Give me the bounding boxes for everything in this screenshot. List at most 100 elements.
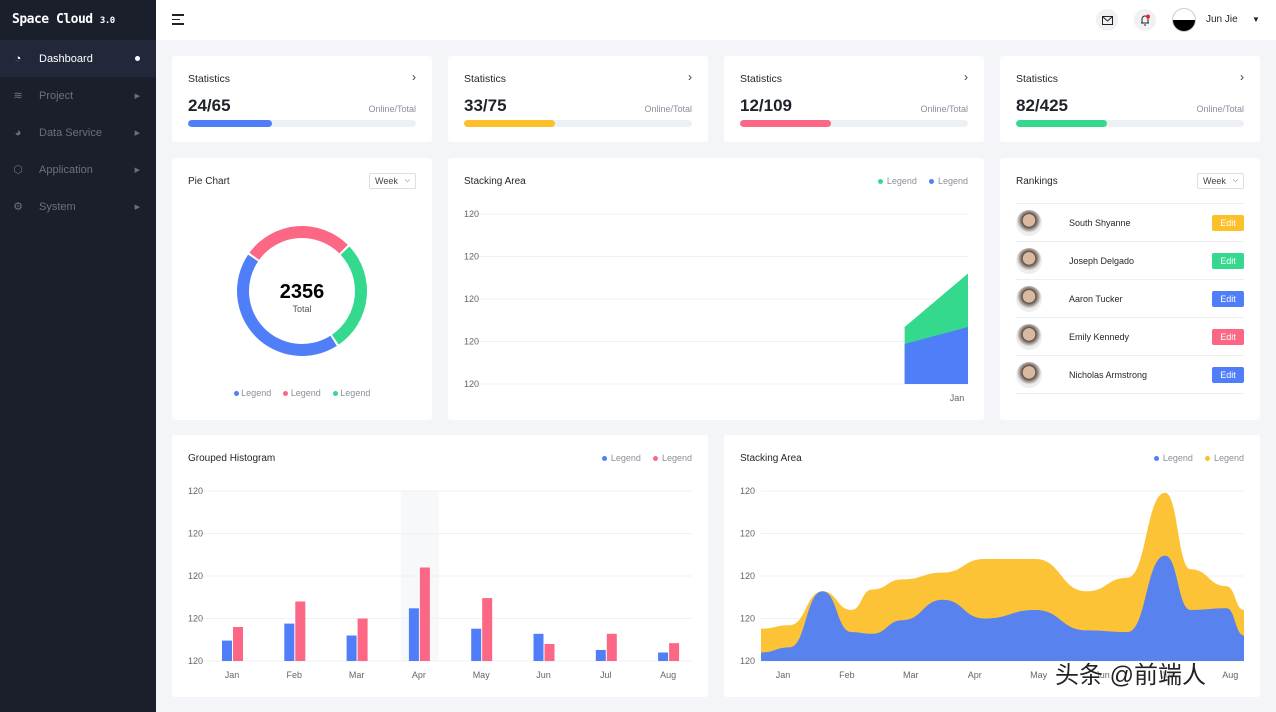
- x-tick-label: Jan: [225, 670, 240, 680]
- sidebar-item-label: System: [39, 200, 76, 213]
- bar: [357, 618, 368, 661]
- sidebar-item-system[interactable]: ⚙ System ▶: [0, 188, 156, 225]
- bar: [482, 598, 493, 661]
- bar: [284, 623, 295, 661]
- x-tick-label: Aug: [660, 670, 676, 680]
- bar: [544, 644, 555, 661]
- x-tick-label: Mar: [349, 670, 365, 680]
- chevron-down-icon: ⌵: [1232, 177, 1238, 184]
- layers-icon: ≋: [13, 90, 23, 102]
- caret-down-icon[interactable]: ▼: [1252, 15, 1260, 24]
- bell-icon: [1141, 14, 1150, 26]
- y-tick-label: 120: [464, 294, 479, 304]
- sidebar-item-dashboard[interactable]: ◔ Dashboard: [0, 40, 156, 77]
- gear-icon: ⚙: [13, 201, 23, 213]
- bar: [595, 649, 606, 661]
- pie-chart: 2356 Total: [237, 226, 367, 356]
- x-tick-label: Mar: [903, 670, 919, 680]
- chevron-right-icon[interactable]: ›: [688, 70, 692, 84]
- progress-bar: [464, 120, 692, 127]
- edit-button[interactable]: Edit: [1212, 328, 1244, 345]
- sidebar-item-application[interactable]: ⬡ Application ▶: [0, 151, 156, 188]
- y-tick-label: 120: [188, 486, 203, 496]
- ranking-row: Aaron Tucker Edit: [1016, 279, 1244, 317]
- edit-button[interactable]: Edit: [1212, 252, 1244, 269]
- progress-bar: [188, 120, 416, 127]
- chevron-right-icon[interactable]: ›: [412, 70, 416, 84]
- caret-right-icon: ▶: [134, 203, 140, 211]
- card-title: Statistics: [1016, 73, 1059, 85]
- ranking-name: Aaron Tucker: [1069, 293, 1123, 304]
- notification-button[interactable]: [1134, 9, 1156, 31]
- menu-toggle-icon[interactable]: [172, 14, 184, 26]
- mail-button[interactable]: [1096, 9, 1118, 31]
- bar: [233, 627, 243, 661]
- bar: [222, 640, 232, 661]
- bar: [295, 601, 306, 661]
- x-tick-label: May: [473, 670, 491, 680]
- statistics-card: Statistics › 82/425 Online/Total: [1000, 56, 1260, 142]
- ranking-row: Emily Kennedy Edit: [1016, 317, 1244, 355]
- period-select[interactable]: Week ⌵: [1197, 173, 1244, 189]
- y-tick-label: 120: [464, 379, 479, 389]
- avatar: [1016, 361, 1042, 388]
- ranking-name: South Shyanne: [1069, 217, 1131, 228]
- sidebar-item-label: Data Service: [39, 126, 102, 139]
- x-tick-label: Jan: [950, 393, 965, 403]
- sidebar-item-project[interactable]: ≋ Project ▶: [0, 77, 156, 114]
- progress-bar: [1016, 120, 1244, 127]
- card-title: Statistics: [188, 73, 231, 85]
- pie-chart-card: Pie Chart Week ⌵ 2356 Total Legend Legend…: [172, 158, 432, 420]
- x-tick-label: Apr: [968, 670, 982, 680]
- bar: [533, 633, 544, 661]
- bar: [419, 567, 430, 661]
- bar: [606, 633, 617, 661]
- ranking-name: Emily Kennedy: [1069, 331, 1130, 342]
- ranking-name: Joseph Delgado: [1069, 255, 1135, 266]
- y-tick-label: 120: [188, 529, 203, 539]
- y-tick-label: 120: [464, 252, 479, 262]
- sidebar-item-label: Application: [39, 163, 93, 176]
- x-tick-label: Jan: [776, 670, 791, 680]
- x-tick-label: Aug: [1222, 670, 1238, 680]
- pie-total-label: Total: [292, 304, 311, 314]
- avatar: [1016, 247, 1042, 274]
- progress-bar: [740, 120, 968, 127]
- active-dot: [135, 56, 140, 61]
- stat-value: 24/65: [188, 96, 231, 115]
- pie-slice: [249, 226, 348, 260]
- card-title: Rankings: [1016, 176, 1058, 187]
- bar: [658, 652, 669, 661]
- y-tick-label: 120: [188, 571, 203, 581]
- pie-icon: ◕: [14, 126, 22, 139]
- ranking-name: Nicholas Armstrong: [1069, 369, 1148, 380]
- mail-icon: [1101, 15, 1113, 25]
- pie-total: 2356: [280, 281, 325, 303]
- x-tick-label: Feb: [287, 670, 303, 680]
- chevron-right-icon[interactable]: ›: [1240, 70, 1244, 84]
- edit-button[interactable]: Edit: [1212, 214, 1244, 231]
- legend-item: Legend: [332, 388, 370, 398]
- edit-button[interactable]: Edit: [1212, 290, 1244, 307]
- y-tick-label: 120: [740, 656, 755, 666]
- y-tick-label: 120: [464, 209, 479, 219]
- y-tick-label: 120: [740, 571, 755, 581]
- edit-button[interactable]: Edit: [1212, 366, 1244, 383]
- app-logo[interactable]: Space Cloud 3.0: [0, 0, 156, 40]
- caret-right-icon: ▶: [134, 92, 140, 100]
- stat-label: Online/Total: [644, 104, 692, 114]
- grouped-histogram-card: Grouped Histogram Legend Legend 120 120 120…: [172, 435, 708, 697]
- watermark: 头条 @前端人: [1055, 662, 1207, 689]
- ranking-row: Nicholas Armstrong Edit: [1016, 355, 1244, 393]
- user-avatar[interactable]: [1172, 8, 1196, 32]
- chevron-right-icon[interactable]: ›: [964, 70, 968, 84]
- stacking-area-chart: 120120120120120JanFebMarAprMayJunJulAug: [464, 209, 968, 403]
- user-name[interactable]: Jun Jie: [1206, 14, 1238, 25]
- x-tick-label: Jul: [600, 670, 612, 680]
- statistics-card: Statistics › 24/65 Online/Total: [172, 56, 432, 142]
- avatar: [1016, 285, 1042, 312]
- x-tick-label: Apr: [412, 670, 426, 680]
- sidebar-item-label: Project: [39, 89, 74, 102]
- ranking-row: South Shyanne Edit: [1016, 203, 1244, 241]
- sidebar-item-data-service[interactable]: ◕ Data Service ▶: [0, 114, 156, 151]
